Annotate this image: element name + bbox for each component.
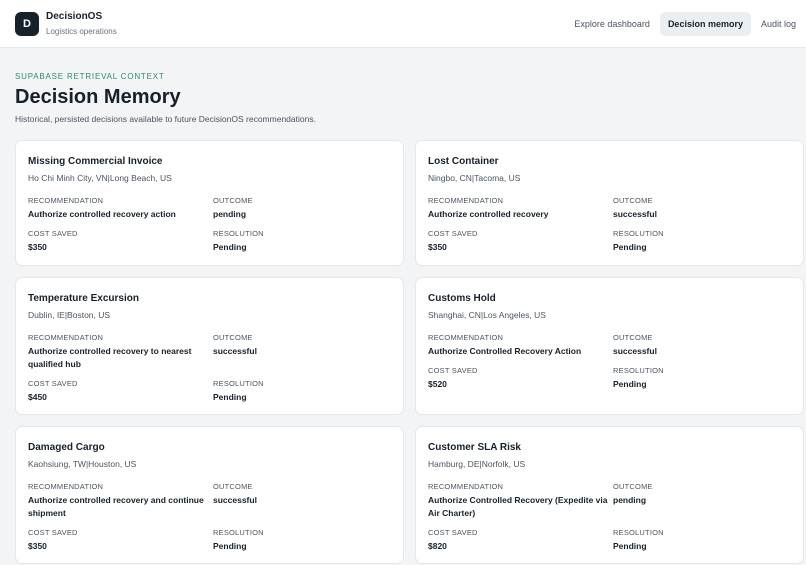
cost-saved-value: $350: [28, 541, 47, 551]
decision-card: Customer SLA Risk Hamburg, DE|Norfolk, U…: [415, 426, 804, 564]
resolution-label: RESOLUTION: [213, 528, 264, 537]
card-title: Customer SLA Risk: [428, 442, 521, 453]
decision-card: Customs Hold Shanghai, CN|Los Angeles, U…: [415, 277, 804, 415]
recommendation-value: Authorize controlled recovery and contin…: [28, 495, 204, 518]
outcome-label: OUTCOME: [213, 333, 253, 342]
cost-saved-value: $350: [428, 242, 447, 252]
cost-saved-value: $520: [428, 379, 447, 389]
section-eyebrow: SUPABASE RETRIEVAL CONTEXT: [15, 72, 165, 81]
outcome-value: pending: [613, 495, 647, 505]
card-route: Ho Chi Minh City, VN|Long Beach, US: [28, 173, 172, 183]
resolution-label: RESOLUTION: [213, 379, 264, 388]
card-title: Lost Container: [428, 156, 499, 167]
cost-saved-value: $350: [28, 242, 47, 252]
cost-saved-label: COST SAVED: [428, 366, 478, 375]
decision-card: Lost Container Ningbo, CN|Tacoma, US REC…: [415, 140, 804, 266]
cost-saved-label: COST SAVED: [428, 229, 478, 238]
recommendation-label: RECOMMENDATION: [28, 196, 104, 205]
outcome-value: successful: [613, 209, 657, 219]
card-title: Customs Hold: [428, 293, 496, 304]
recommendation-value: Authorize controlled recovery: [428, 209, 549, 219]
resolution-value: Pending: [213, 392, 247, 402]
app-logo[interactable]: D: [15, 12, 39, 36]
card-route: Hamburg, DE|Norfolk, US: [428, 459, 526, 469]
outcome-value: successful: [213, 346, 257, 356]
outcome-label: OUTCOME: [213, 196, 253, 205]
outcome-value: pending: [213, 209, 247, 219]
cost-saved-label: COST SAVED: [28, 229, 78, 238]
resolution-value: Pending: [613, 379, 647, 389]
resolution-label: RESOLUTION: [213, 229, 264, 238]
cost-saved-value: $450: [28, 392, 47, 402]
card-route: Dublin, IE|Boston, US: [28, 310, 111, 320]
top-bar: D DecisionOS Logistics operations Explor…: [0, 0, 806, 48]
main-nav: Explore dashboard Decision memory Audit …: [564, 12, 806, 36]
cost-saved-value: $820: [428, 541, 447, 551]
nav-audit-log[interactable]: Audit log: [753, 12, 806, 36]
resolution-value: Pending: [213, 242, 247, 252]
cost-saved-label: COST SAVED: [28, 528, 78, 537]
page-title: Decision Memory: [15, 86, 181, 108]
recommendation-label: RECOMMENDATION: [428, 482, 504, 491]
card-title: Missing Commercial Invoice: [28, 156, 163, 167]
resolution-label: RESOLUTION: [613, 229, 664, 238]
decision-card: Damaged Cargo Kaohsiung, TW|Houston, US …: [15, 426, 404, 564]
card-route: Ningbo, CN|Tacoma, US: [428, 173, 521, 183]
resolution-value: Pending: [613, 242, 647, 252]
page-description: Historical, persisted decisions availabl…: [15, 114, 316, 124]
resolution-label: RESOLUTION: [613, 528, 664, 537]
recommendation-value: Authorize controlled recovery to nearest…: [28, 346, 192, 369]
app-name: DecisionOS: [46, 11, 103, 22]
recommendation-label: RECOMMENDATION: [428, 196, 504, 205]
cost-saved-label: COST SAVED: [428, 528, 478, 537]
resolution-value: Pending: [613, 541, 647, 551]
resolution-value: Pending: [213, 541, 247, 551]
card-title: Damaged Cargo: [28, 442, 105, 453]
cost-saved-label: COST SAVED: [28, 379, 78, 388]
recommendation-value: Authorize Controlled Recovery (Expedite …: [428, 495, 608, 518]
recommendation-label: RECOMMENDATION: [28, 333, 104, 342]
decision-card: Missing Commercial Invoice Ho Chi Minh C…: [15, 140, 404, 266]
card-route: Shanghai, CN|Los Angeles, US: [428, 310, 546, 320]
recommendation-value: Authorize Controlled Recovery Action: [428, 346, 582, 356]
recommendation-label: RECOMMENDATION: [28, 482, 104, 491]
recommendation-label: RECOMMENDATION: [428, 333, 504, 342]
outcome-value: successful: [213, 495, 257, 505]
outcome-label: OUTCOME: [613, 196, 653, 205]
decision-card: Temperature Excursion Dublin, IE|Boston,…: [15, 277, 404, 415]
outcome-label: OUTCOME: [213, 482, 253, 491]
outcome-value: successful: [613, 346, 657, 356]
outcome-label: OUTCOME: [613, 333, 653, 342]
card-route: Kaohsiung, TW|Houston, US: [28, 459, 137, 469]
outcome-label: OUTCOME: [613, 482, 653, 491]
nav-explore-dashboard[interactable]: Explore dashboard: [566, 12, 658, 36]
app-subtitle: Logistics operations: [46, 27, 117, 36]
card-title: Temperature Excursion: [28, 293, 139, 304]
recommendation-value: Authorize controlled recovery action: [28, 209, 176, 219]
resolution-label: RESOLUTION: [613, 366, 664, 375]
nav-decision-memory[interactable]: Decision memory: [659, 12, 751, 36]
